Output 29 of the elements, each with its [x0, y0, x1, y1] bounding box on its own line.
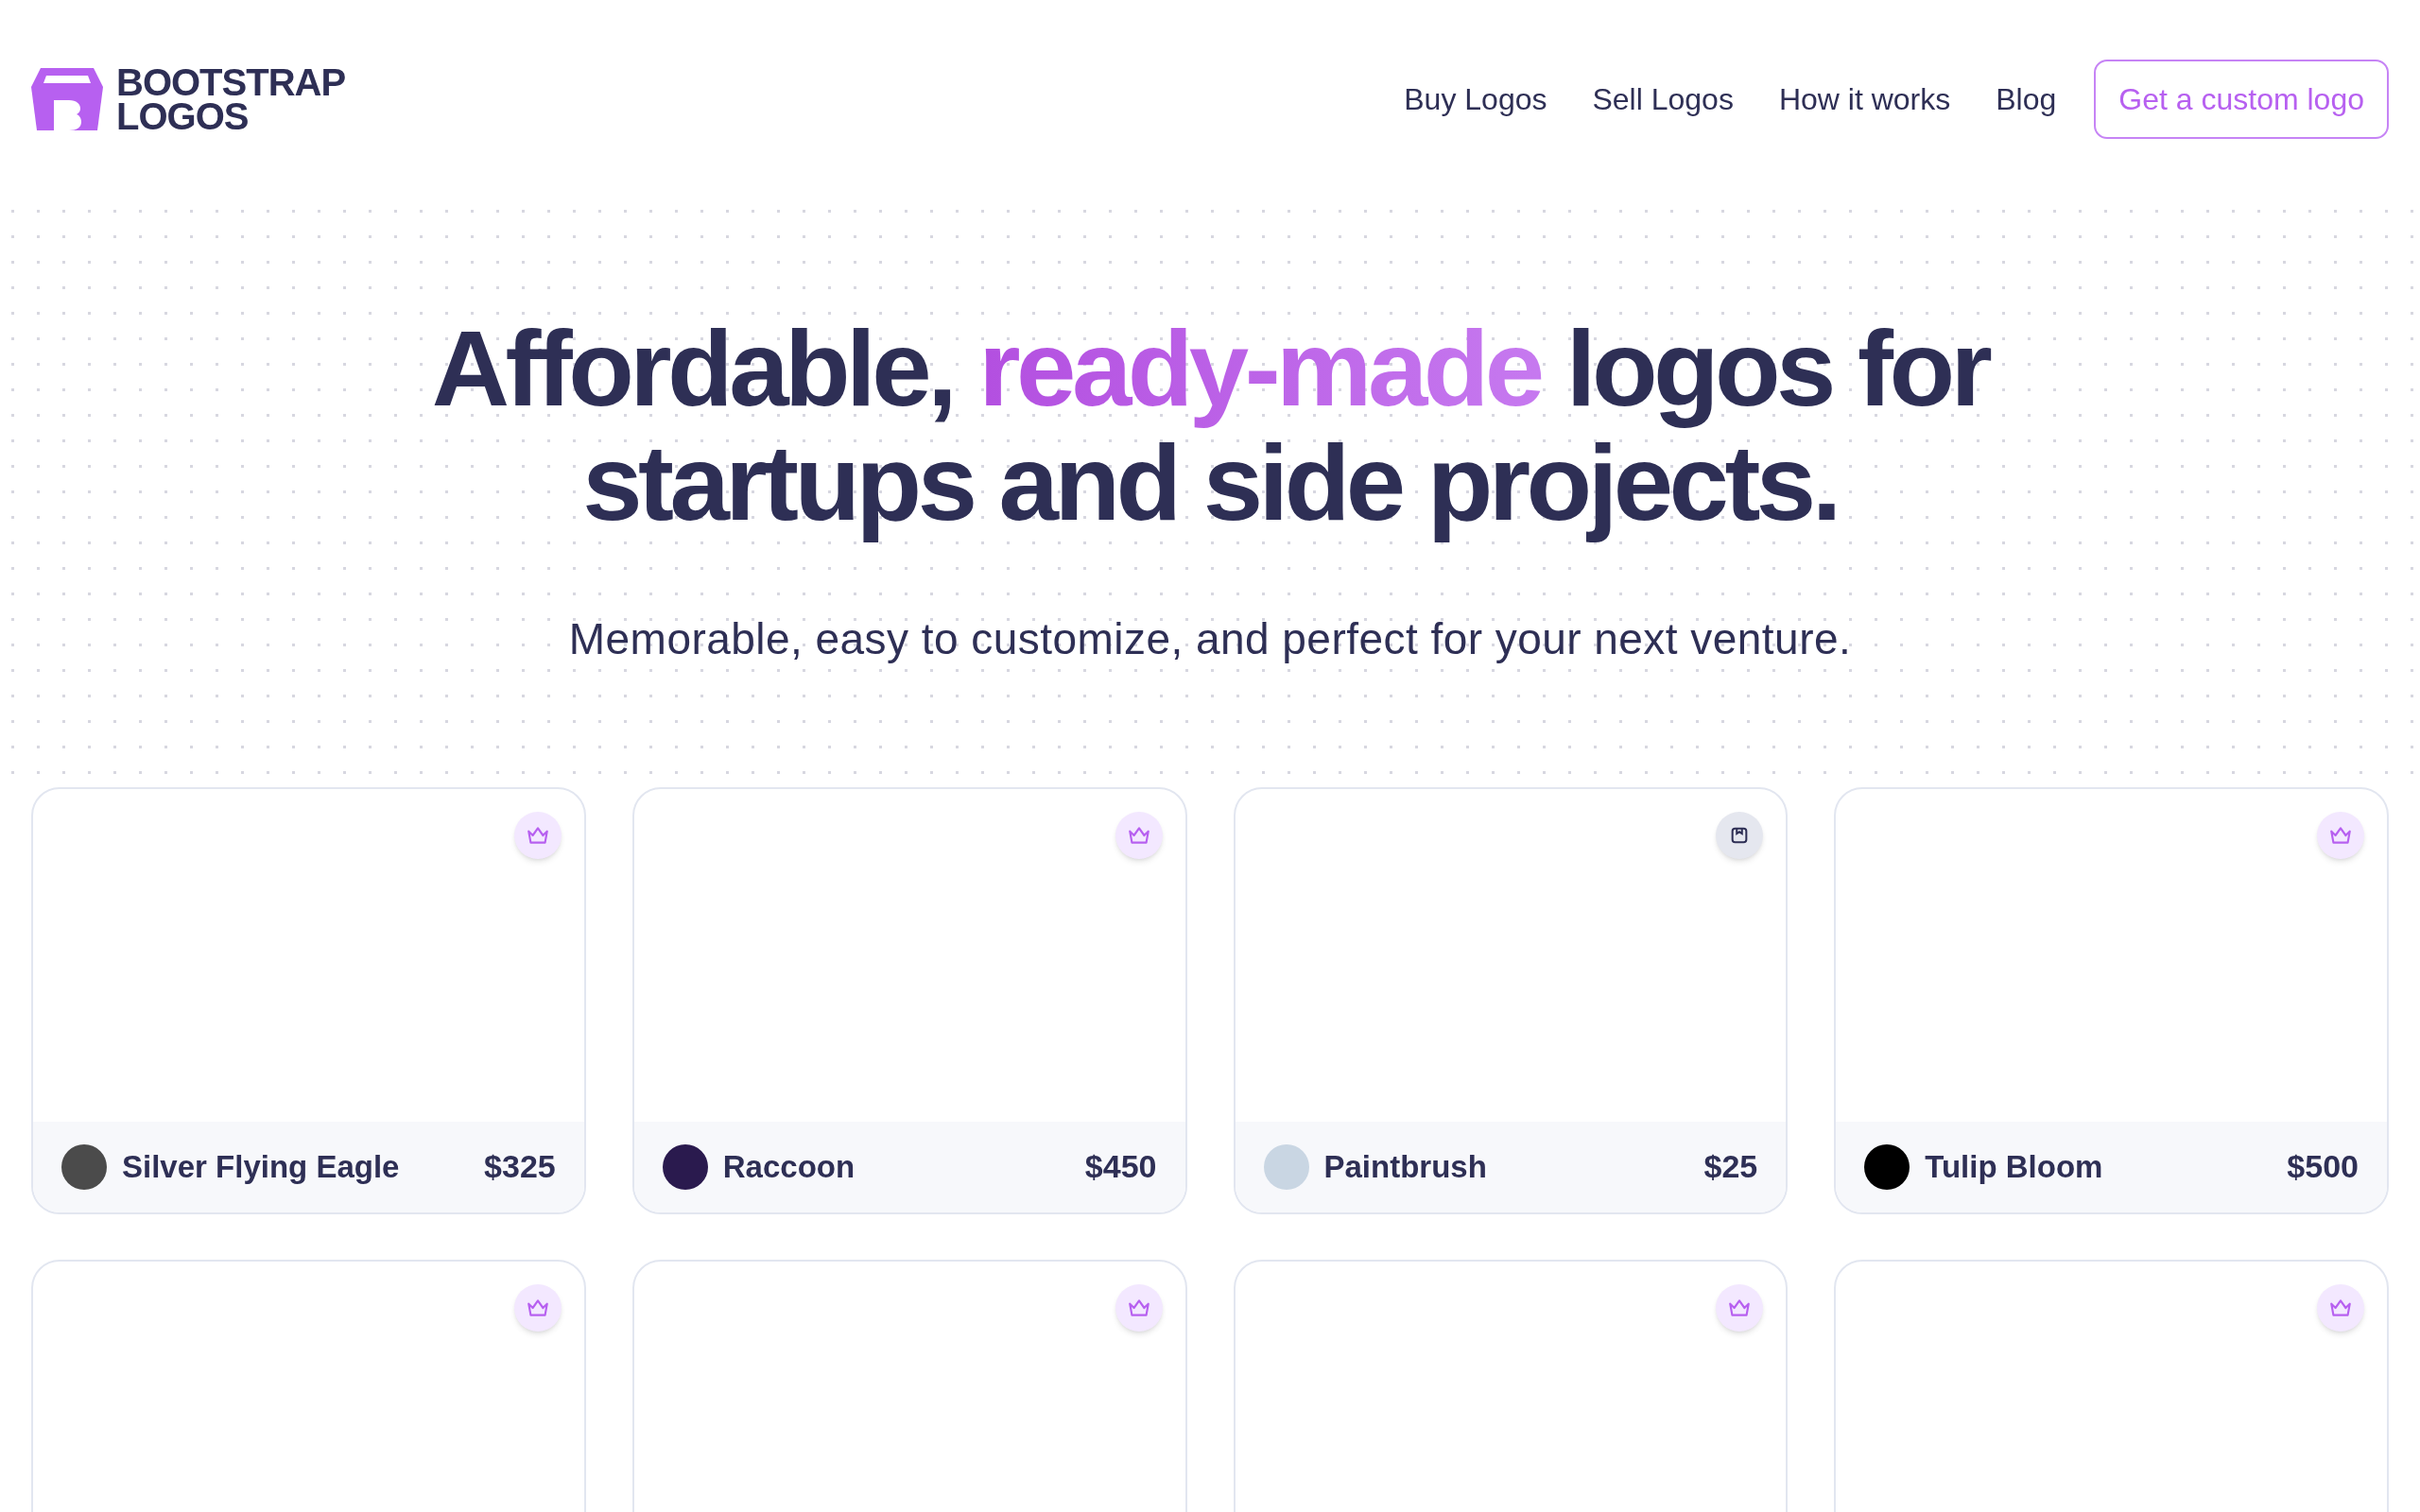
logo-name: Raccoon [722, 1147, 856, 1186]
custom-logo-button[interactable]: Get a custom logo [2094, 60, 2389, 139]
brand-name: BOOTSTRAP [116, 65, 346, 99]
logo-icon [31, 68, 103, 130]
nav-link[interactable]: Blog [1996, 77, 2057, 122]
logo-card[interactable]: Paintbrush $25 [1233, 786, 1789, 1214]
logo-name: Tulip Bloom [1925, 1147, 2104, 1186]
logo-price: $25 [1703, 1147, 1758, 1187]
logo-price: $450 [1084, 1147, 1157, 1187]
logo-card[interactable]: Tulip Bloom $500 [1834, 786, 2389, 1214]
crown-icon [1126, 1297, 1151, 1318]
crown-icon [525, 824, 550, 846]
logo-price: $325 [484, 1147, 556, 1187]
logo-name: Silver Flying Eagle [122, 1147, 401, 1186]
brand-name: LOGOS [116, 99, 250, 133]
logo-price: $500 [2287, 1147, 2359, 1187]
nav-link[interactable]: Buy Logos [1404, 77, 1547, 122]
crown-icon [525, 1297, 550, 1318]
headline: Affordable, ready-made logos for startups and side projects. [430, 312, 1990, 541]
logo-name: Paintbrush [1323, 1147, 1488, 1186]
crown-icon [2328, 1297, 2353, 1318]
crown-icon [2328, 824, 2353, 846]
crown-icon [1126, 824, 1151, 846]
nav-link[interactable]: How it works [1778, 77, 1951, 122]
subtitle: Memorable, easy to customize, and perfect for your next venture. [568, 612, 1852, 665]
logo-card[interactable]: Raccoon $450 [631, 786, 1187, 1214]
crown-icon [1727, 1297, 1753, 1318]
nav-link[interactable]: Sell Logos [1592, 77, 1734, 122]
logo-card[interactable]: Silver Flying Eagle $325 [31, 786, 586, 1214]
